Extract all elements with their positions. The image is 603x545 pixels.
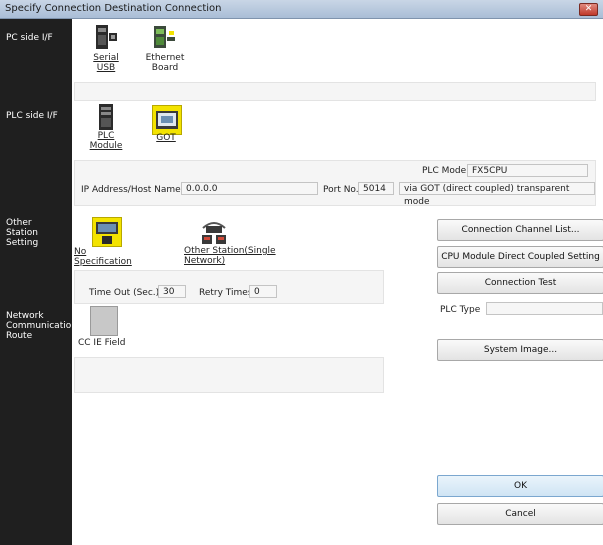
other-station-option-single-network[interactable]: Other Station(Single Network) <box>184 246 279 266</box>
plc-type-field[interactable] <box>486 302 603 315</box>
section-sidebar: PC side I/F PLC side I/F Other Station S… <box>0 19 77 545</box>
other-station-details-panel: Time Out (Sec.) 30 Retry Times 0 <box>74 270 384 304</box>
plc-mode-field[interactable]: FX5CPU <box>467 164 588 177</box>
retry-times-label: Retry Times <box>199 288 253 298</box>
network-option-cc-ie-field[interactable]: CC IE Field <box>78 338 138 348</box>
other-station-icon[interactable] <box>200 218 228 246</box>
port-label: Port No. <box>323 185 359 195</box>
connection-channel-list-button[interactable]: Connection Channel List... <box>437 219 603 241</box>
plc-mode-label: PLC Mode <box>422 166 467 176</box>
cc-ie-field-icon[interactable] <box>90 306 118 336</box>
network-route-details-panel <box>74 357 384 393</box>
section-label-network-route: Network Communication Route <box>6 311 77 341</box>
ip-address-label: IP Address/Host Name <box>81 185 181 195</box>
connection-test-button[interactable]: Connection Test <box>437 272 603 294</box>
timeout-label: Time Out (Sec.) <box>89 288 160 298</box>
section-label-pc-side: PC side I/F <box>6 33 53 43</box>
retry-times-field[interactable]: 0 <box>249 285 277 298</box>
ok-button[interactable]: OK <box>437 475 603 497</box>
serial-usb-icon[interactable] <box>92 23 120 51</box>
pc-side-option-ethernet-board[interactable]: Ethernet Board <box>142 53 188 73</box>
section-label-other-station: Other Station Setting <box>6 218 39 248</box>
pc-side-option-serial-usb[interactable]: Serial USB <box>84 53 128 73</box>
title-bar: Specify Connection Destination Connectio… <box>0 0 603 19</box>
timeout-field[interactable]: 30 <box>158 285 186 298</box>
plc-side-option-got[interactable]: GOT <box>146 133 186 143</box>
no-specification-icon[interactable] <box>92 217 122 247</box>
system-image-button[interactable]: System Image... <box>437 339 603 361</box>
cancel-button[interactable]: Cancel <box>437 503 603 525</box>
port-field[interactable]: 5014 <box>358 182 394 195</box>
plc-module-icon[interactable] <box>92 103 120 131</box>
pc-side-details-panel <box>74 82 596 101</box>
plc-type-label: PLC Type <box>440 305 481 315</box>
ip-address-field[interactable]: 0.0.0.0 <box>181 182 318 195</box>
close-button[interactable]: ✕ <box>579 3 598 16</box>
ethernet-board-icon[interactable] <box>150 23 178 51</box>
other-station-option-no-specification[interactable]: No Specification <box>74 247 146 267</box>
got-icon[interactable] <box>152 105 182 135</box>
plc-side-option-plc-module[interactable]: PLC Module <box>84 131 128 151</box>
transparent-mode-field: via GOT (direct coupled) transparent mod… <box>399 182 595 207</box>
window-title: Specify Connection Destination Connectio… <box>5 3 222 14</box>
section-label-plc-side: PLC side I/F <box>6 111 58 121</box>
plc-side-details-panel: PLC Mode FX5CPU IP Address/Host Name 0.0… <box>74 160 596 207</box>
cpu-direct-coupled-setting-button[interactable]: CPU Module Direct Coupled Setting <box>437 246 603 268</box>
